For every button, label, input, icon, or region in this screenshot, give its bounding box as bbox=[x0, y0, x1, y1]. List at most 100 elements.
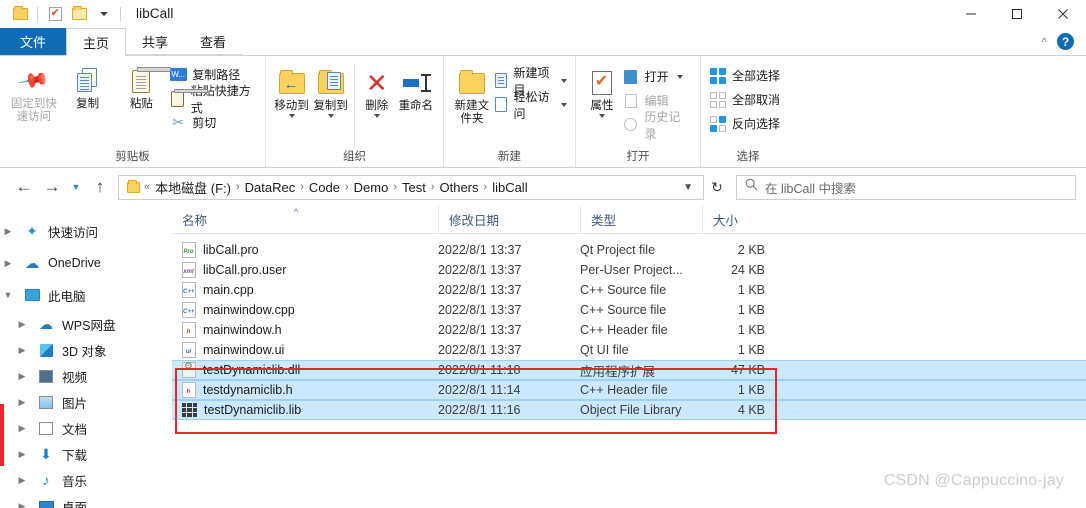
move-to-button[interactable]: ← 移动到 bbox=[274, 64, 309, 118]
sidebar-item-documents[interactable]: ▶ 文档 bbox=[0, 415, 172, 441]
table-row[interactable]: testDynamiclib.dll 2022/8/1 11:18 应用程序扩展… bbox=[172, 360, 1086, 380]
tab-home[interactable]: 主页 bbox=[66, 28, 127, 56]
button-label: 历史记录 bbox=[644, 109, 681, 141]
chevron-right-icon[interactable]: ▶ bbox=[14, 345, 30, 356]
folder-icon bbox=[124, 179, 143, 193]
address-dropdown-chevron-down-icon[interactable]: ▼ bbox=[677, 182, 699, 193]
close-icon[interactable] bbox=[1040, 0, 1086, 28]
sidebar-item-label: 快速访问 bbox=[48, 225, 99, 240]
table-row[interactable]: ui mainwindow.ui 2022/8/1 13:37 Qt UI fi… bbox=[172, 340, 1086, 360]
sidebar-item-3d-objects[interactable]: ▶ 3D 对象 bbox=[0, 337, 172, 363]
table-row[interactable]: Pro libCall.pro 2022/8/1 13:37 Qt Projec… bbox=[172, 240, 1086, 260]
sidebar-item-downloads[interactable]: ▶ ⬇ 下载 bbox=[0, 441, 172, 467]
table-row[interactable]: h testdynamiclib.h 2022/8/1 11:14 C++ He… bbox=[172, 380, 1086, 400]
sidebar-item-this-pc[interactable]: ▼ 此电脑 bbox=[0, 282, 172, 308]
paste-shortcut-button[interactable]: 粘贴快捷方式 bbox=[169, 84, 257, 115]
breadcrumb-item-others[interactable]: Others bbox=[436, 180, 483, 195]
table-row[interactable]: xml libCall.pro.user 2022/8/1 13:37 Per-… bbox=[172, 260, 1086, 280]
chevron-right-icon[interactable]: ▶ bbox=[14, 319, 30, 330]
invert-selection-button[interactable]: 反向选择 bbox=[709, 113, 780, 134]
properties-checkbox-icon[interactable] bbox=[43, 2, 67, 26]
column-header-date[interactable]: 修改日期 bbox=[438, 205, 580, 234]
rename-button[interactable]: 重命名 bbox=[397, 64, 435, 113]
delete-button[interactable]: ✕ 删除 bbox=[361, 64, 393, 118]
file-size: 1 KB bbox=[737, 323, 765, 337]
breadcrumb-item-code[interactable]: Code bbox=[305, 180, 344, 195]
pin-to-quick-access-button[interactable]: 📌 固定到快速访问 bbox=[8, 62, 60, 124]
copy-to-button[interactable]: 复制到 bbox=[313, 64, 348, 118]
chevron-down-icon[interactable] bbox=[288, 114, 295, 118]
chevron-right-icon[interactable]: ▶ bbox=[0, 226, 16, 237]
chevron-right-icon[interactable]: ▶ bbox=[0, 258, 16, 269]
column-header-type[interactable]: 类型 bbox=[580, 205, 702, 234]
table-row[interactable]: C++ main.cpp 2022/8/1 13:37 C++ Source f… bbox=[172, 280, 1086, 300]
sidebar-item-quick-access[interactable]: ▶ ✦ 快速访问 bbox=[0, 218, 172, 244]
breadcrumb-item-datarec[interactable]: DataRec bbox=[241, 180, 300, 195]
chevron-down-icon[interactable] bbox=[561, 78, 567, 83]
chevron-up-icon[interactable]: ^ bbox=[1041, 35, 1047, 49]
new-folder-icon[interactable] bbox=[67, 2, 91, 26]
cut-button[interactable]: ✂ 剪切 bbox=[169, 112, 257, 133]
up-arrow-icon[interactable]: ↑ bbox=[86, 173, 114, 201]
open-button[interactable]: 打开 bbox=[622, 66, 692, 87]
sidebar-item-videos[interactable]: ▶ 视频 bbox=[0, 363, 172, 389]
breadcrumb-item-demo[interactable]: Demo bbox=[350, 180, 393, 195]
maximize-icon[interactable] bbox=[994, 0, 1040, 28]
sidebar-item-desktop[interactable]: ▶ 桌面 bbox=[0, 493, 172, 508]
title-bar: libCall bbox=[0, 0, 1086, 28]
sidebar-item-onedrive[interactable]: ▶ ☁ OneDrive bbox=[0, 250, 172, 276]
search-input[interactable]: 在 libCall 中搜索 bbox=[736, 174, 1076, 200]
new-folder-button[interactable]: 新建文件夹 bbox=[452, 64, 492, 126]
address-field[interactable]: « 本地磁盘 (F:) › DataRec › Code › Demo › Te… bbox=[118, 174, 704, 200]
copy-icon bbox=[76, 64, 100, 98]
table-row[interactable]: h mainwindow.h 2022/8/1 13:37 C++ Header… bbox=[172, 320, 1086, 340]
copy-button[interactable]: 复制 bbox=[62, 62, 114, 111]
group-label-organize: 组织 bbox=[343, 151, 366, 163]
help-icon[interactable]: ? bbox=[1057, 33, 1074, 50]
file-date: 2022/8/1 11:16 bbox=[438, 403, 521, 417]
select-none-button[interactable]: 全部取消 bbox=[709, 89, 780, 110]
chevron-down-icon[interactable] bbox=[676, 74, 683, 79]
chevron-right-icon[interactable]: ▶ bbox=[14, 371, 30, 382]
chevron-right-icon[interactable]: ▶ bbox=[14, 423, 30, 434]
breadcrumb-item-test[interactable]: Test bbox=[398, 180, 430, 195]
column-header-name[interactable]: 名称 ^ bbox=[172, 206, 438, 234]
easy-access-button[interactable]: 轻松访问 bbox=[494, 90, 567, 121]
file-type: C++ Header file bbox=[580, 383, 668, 397]
select-all-button[interactable]: 全部选择 bbox=[709, 65, 780, 86]
sidebar-item-wps-cloud[interactable]: ▶ ☁ WPS网盘 bbox=[0, 311, 172, 337]
chevron-right-icon[interactable]: ▶ bbox=[14, 397, 30, 408]
chevron-down-icon[interactable] bbox=[327, 114, 334, 118]
sidebar-item-pictures[interactable]: ▶ 图片 bbox=[0, 389, 172, 415]
recent-locations-chevron-down-icon[interactable]: ▼ bbox=[66, 173, 86, 201]
table-row[interactable]: testDynamiclib.lib 2022/8/1 11:16 Object… bbox=[172, 400, 1086, 420]
open-small-buttons: 打开 编辑 历史记录 bbox=[622, 64, 692, 141]
history-button[interactable]: 历史记录 bbox=[622, 110, 692, 141]
sidebar-item-music[interactable]: ▶ ♪ 音乐 bbox=[0, 467, 172, 493]
paste-button[interactable]: 粘贴 bbox=[115, 62, 172, 111]
chevron-down-icon[interactable] bbox=[91, 2, 115, 26]
cpp-header-file-icon: h bbox=[182, 322, 196, 338]
table-row[interactable]: C++ mainwindow.cpp 2022/8/1 13:37 C++ So… bbox=[172, 300, 1086, 320]
back-arrow-icon[interactable]: ← bbox=[10, 173, 38, 201]
tab-view[interactable]: 查看 bbox=[184, 28, 243, 55]
minimize-icon[interactable] bbox=[948, 0, 994, 28]
search-icon bbox=[745, 178, 758, 196]
file-date: 2022/8/1 13:37 bbox=[438, 243, 522, 257]
chevron-right-icon[interactable]: ▶ bbox=[14, 449, 30, 460]
chevron-down-icon[interactable]: ▼ bbox=[0, 290, 16, 300]
column-header-size[interactable]: 大小 bbox=[702, 205, 777, 234]
tab-file[interactable]: 文件 bbox=[0, 28, 67, 55]
chevron-right-icon[interactable]: ▶ bbox=[14, 501, 30, 508]
tab-share[interactable]: 共享 bbox=[126, 28, 185, 55]
chevron-down-icon[interactable] bbox=[598, 114, 605, 118]
properties-button[interactable]: 属性 bbox=[584, 64, 620, 118]
chevron-right-icon[interactable]: ▶ bbox=[14, 475, 30, 486]
chevron-down-icon[interactable] bbox=[561, 102, 567, 107]
chevron-down-icon[interactable] bbox=[373, 114, 380, 118]
refresh-icon[interactable]: ↻ bbox=[704, 175, 730, 200]
breadcrumb-item-libcall[interactable]: libCall bbox=[488, 180, 531, 195]
file-name: mainwindow.ui bbox=[203, 343, 285, 357]
forward-arrow-icon[interactable]: → bbox=[38, 173, 66, 201]
breadcrumb-item-drive[interactable]: 本地磁盘 (F:) bbox=[151, 178, 235, 197]
